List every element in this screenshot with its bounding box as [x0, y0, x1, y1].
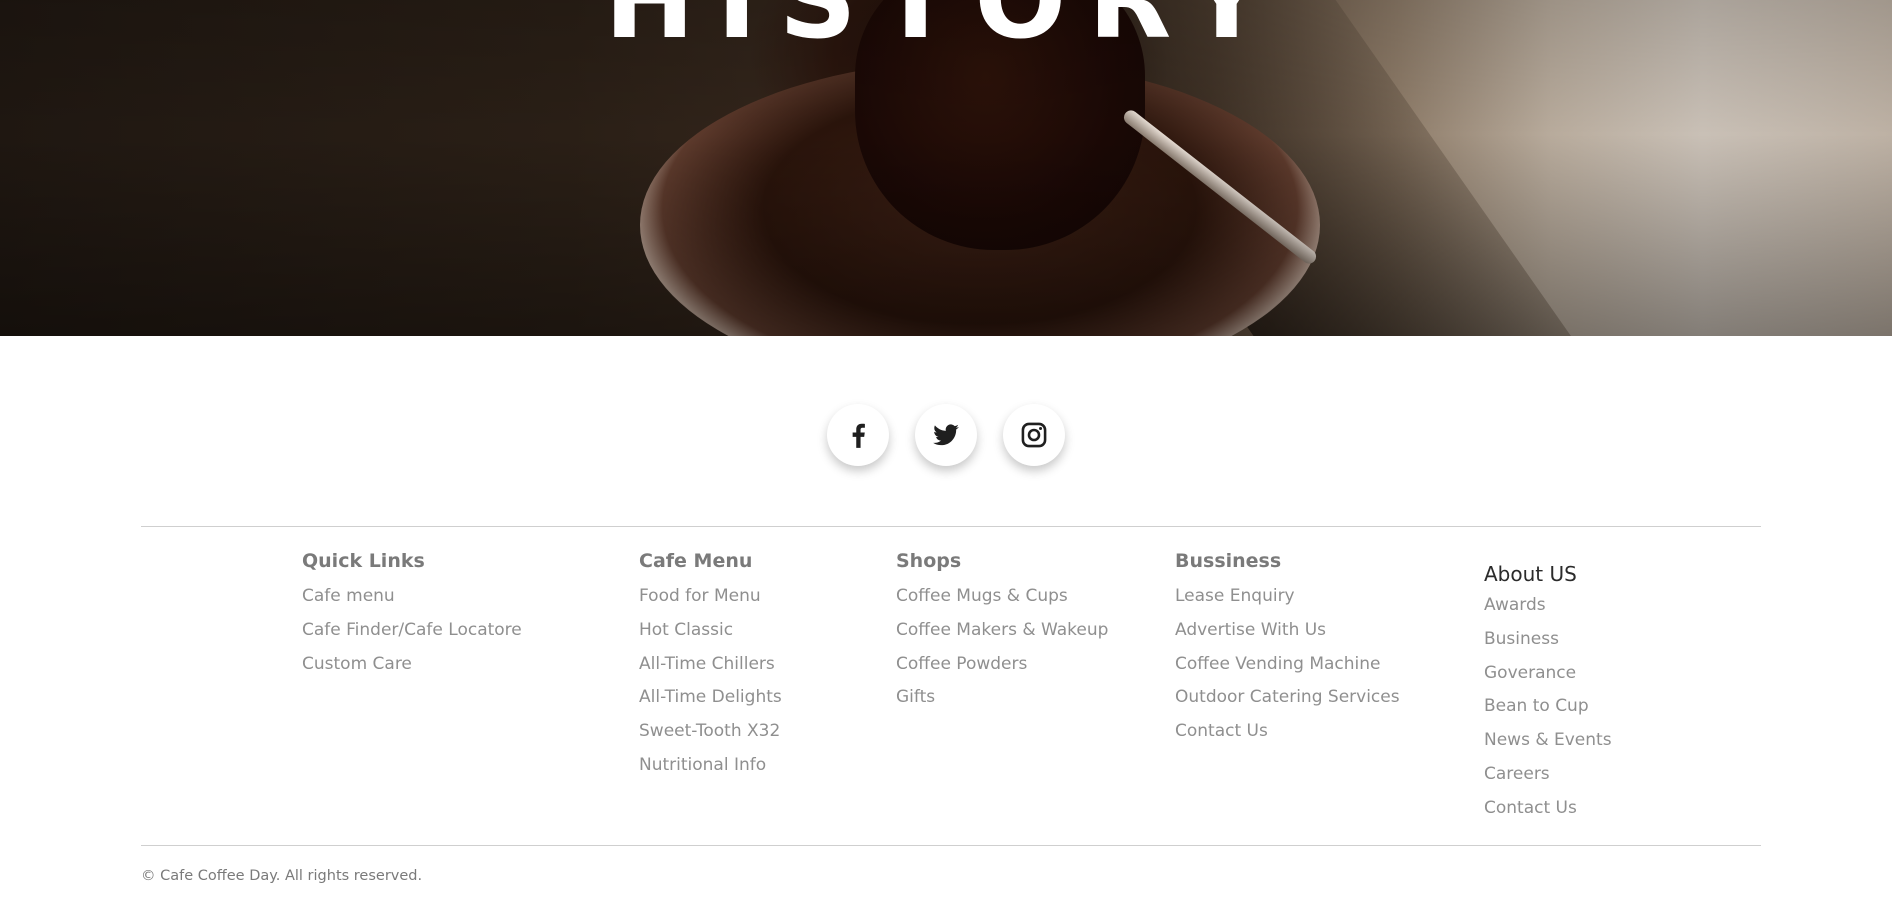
footer-heading-about: About US: [1484, 562, 1577, 586]
facebook-button[interactable]: [827, 404, 889, 466]
footer-heading-quick-links: Quick Links: [302, 550, 425, 572]
instagram-button[interactable]: [1003, 404, 1065, 466]
footer-link-contact-us-business[interactable]: Contact Us: [1175, 720, 1400, 742]
footer-col-about: About US Awards Business Goverance Bean …: [1484, 562, 1612, 831]
footer-link-sweet-tooth[interactable]: Sweet-Tooth X32: [639, 720, 782, 742]
footer-link-food-for-menu[interactable]: Food for Menu: [639, 585, 782, 607]
footer-divider-top: [141, 526, 1761, 527]
footer-link-all-time-chillers[interactable]: All-Time Chillers: [639, 653, 782, 675]
instagram-icon: [1021, 422, 1047, 448]
footer-link-coffee-mugs[interactable]: Coffee Mugs & Cups: [896, 585, 1108, 607]
footer-link-awards[interactable]: Awards: [1484, 594, 1612, 616]
hero-title: HISTORY: [604, 0, 1288, 63]
footer-link-business[interactable]: Business: [1484, 628, 1612, 650]
footer-col-shops: Shops Coffee Mugs & Cups Coffee Makers &…: [896, 549, 1108, 720]
footer-heading-shops: Shops: [896, 550, 962, 572]
footer-link-contact-us-about[interactable]: Contact Us: [1484, 797, 1612, 819]
footer-link-news-events[interactable]: News & Events: [1484, 729, 1612, 751]
facebook-icon: [852, 423, 865, 448]
footer-link-vending-machine[interactable]: Coffee Vending Machine: [1175, 653, 1400, 675]
footer-heading-cafe-menu: Cafe Menu: [639, 550, 753, 572]
footer-link-gifts[interactable]: Gifts: [896, 686, 1108, 708]
footer-col-bussiness: Bussiness Lease Enquiry Advertise With U…: [1175, 549, 1400, 754]
copyright-text: © Cafe Coffee Day. All rights reserved.: [141, 868, 423, 884]
footer-link-cafe-menu[interactable]: Cafe menu: [302, 585, 522, 607]
footer-link-cafe-finder[interactable]: Cafe Finder/Cafe Locatore: [302, 619, 522, 641]
footer-link-all-time-delights[interactable]: All-Time Delights: [639, 686, 782, 708]
footer-link-careers[interactable]: Careers: [1484, 763, 1612, 785]
hero-banner: HISTORY: [0, 0, 1892, 336]
footer-divider-bottom: [141, 845, 1761, 846]
footer-link-outdoor-catering[interactable]: Outdoor Catering Services: [1175, 686, 1400, 708]
footer-col-quick-links: Quick Links Cafe menu Cafe Finder/Cafe L…: [302, 549, 522, 686]
footer-link-custom-care[interactable]: Custom Care: [302, 653, 522, 675]
footer-link-hot-classic[interactable]: Hot Classic: [639, 619, 782, 641]
twitter-button[interactable]: [915, 404, 977, 466]
footer-link-advertise[interactable]: Advertise With Us: [1175, 619, 1400, 641]
twitter-icon: [933, 424, 959, 446]
footer-link-goverance[interactable]: Goverance: [1484, 662, 1612, 684]
footer-link-bean-to-cup[interactable]: Bean to Cup: [1484, 695, 1612, 717]
footer-link-lease-enquiry[interactable]: Lease Enquiry: [1175, 585, 1400, 607]
footer-link-coffee-powders[interactable]: Coffee Powders: [896, 653, 1108, 675]
footer-col-cafe-menu: Cafe Menu Food for Menu Hot Classic All-…: [639, 549, 782, 788]
footer-heading-bussiness: Bussiness: [1175, 550, 1282, 572]
social-links: [0, 404, 1892, 466]
footer-link-coffee-makers[interactable]: Coffee Makers & Wakeup: [896, 619, 1108, 641]
footer-link-nutritional-info[interactable]: Nutritional Info: [639, 754, 782, 776]
